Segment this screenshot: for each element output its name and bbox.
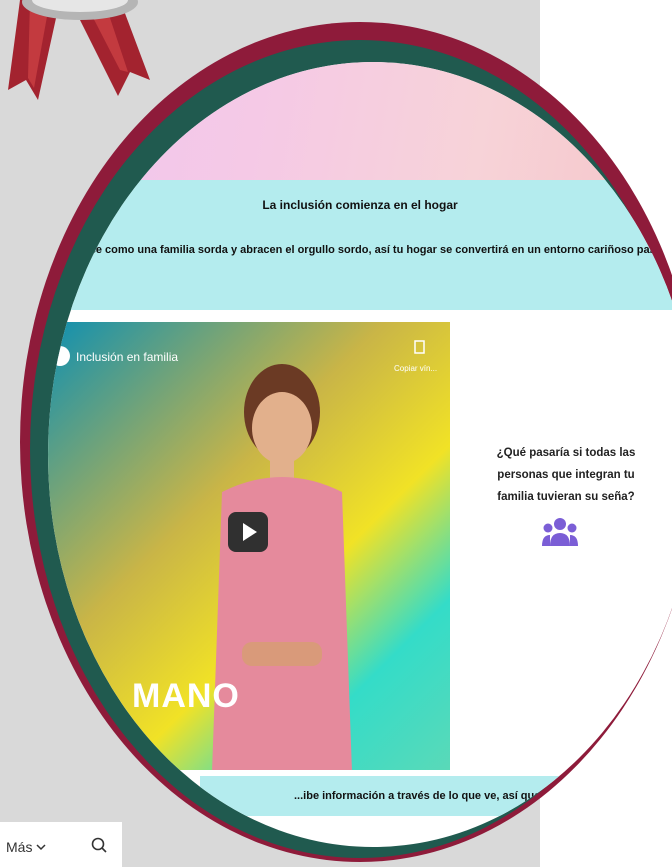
play-button[interactable] bbox=[228, 512, 268, 552]
channel-logo[interactable] bbox=[50, 346, 70, 366]
header-gradient bbox=[48, 62, 672, 180]
video-player[interactable]: Inclusión en familia Copiar vín... MANO bbox=[48, 322, 450, 770]
banner-subtitle: Siéntanse como una familia sorda y abrac… bbox=[50, 244, 672, 256]
more-menu-button[interactable]: Más bbox=[6, 839, 46, 855]
play-icon bbox=[243, 523, 257, 541]
copy-icon[interactable] bbox=[414, 340, 426, 354]
video-title[interactable]: Inclusión en familia bbox=[76, 350, 178, 364]
family-question: ¿Qué pasaría si todas las personas que i… bbox=[496, 447, 636, 503]
banner-title: La inclusión comienza en el hogar bbox=[262, 198, 458, 212]
users-icon bbox=[542, 518, 578, 546]
page-viewport: La inclusión comienza en el hogar Siénta… bbox=[48, 62, 672, 847]
video-overlay-word: MANO bbox=[132, 677, 240, 715]
search-icon[interactable] bbox=[90, 836, 108, 854]
more-menu-label: Más bbox=[6, 839, 33, 855]
chevron-down-icon bbox=[36, 844, 46, 851]
info-strip-text: ...ibe información a través de lo que ve… bbox=[294, 790, 550, 802]
copy-link-label[interactable]: Copiar vín... bbox=[394, 364, 437, 373]
